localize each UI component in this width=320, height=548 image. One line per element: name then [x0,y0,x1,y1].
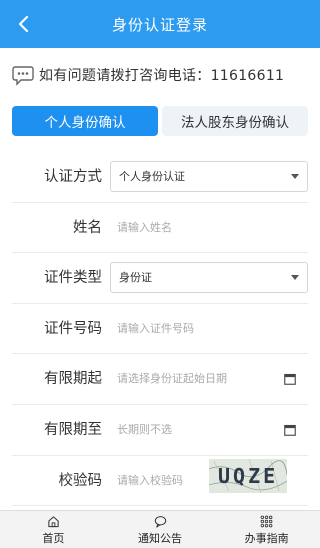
row-auth-method: 认证方式 个人身份认证 [12,152,308,203]
nav-home-label: 首页 [42,532,65,545]
home-icon [48,516,59,528]
captcha-label: 校验码 [58,472,103,489]
nav-guide-label: 办事指南 [244,532,289,545]
hotline-text: 如有问题请拨打咨询电话：11616611 [39,68,285,84]
back-arrow-icon[interactable] [14,14,34,34]
valid-from-input[interactable]: 请选择身份证起始日期 [117,354,227,404]
row-id-number: 证件号码 请输入证件号码 [12,304,308,355]
nav-home[interactable]: 首页 [0,511,107,548]
caret-down-icon [291,174,299,179]
row-captcha: 校验码 请输入校验码 UQZE [12,456,308,507]
row-valid-to: 有限期至 长期则不选 [12,405,308,456]
auth-method-value: 个人身份认证 [119,170,185,183]
tab-personal[interactable]: 个人身份确认 [12,106,158,136]
id-type-select[interactable]: 身份证 [110,262,308,294]
message-icon [154,516,166,528]
valid-from-label: 有限期起 [44,371,102,388]
hotline-notice: 如有问题请拨打咨询电话：11616611 [12,60,284,90]
nav-notices-label: 通知公告 [138,532,182,545]
valid-to-label: 有限期至 [44,421,102,438]
name-label: 姓名 [73,219,102,236]
identity-tabs: 个人身份确认 法人股东身份确认 [12,106,308,136]
captcha-code: UQZE [218,464,278,488]
captcha-image[interactable]: UQZE [209,458,287,493]
row-name: 姓名 请输入姓名 [12,203,308,254]
chat-bubble-icon [12,66,34,86]
id-number-input[interactable]: 请输入证件号码 [117,304,194,354]
title-bar: 身份认证登录 [0,0,320,48]
login-form: 认证方式 个人身份认证 姓名 请输入姓名 证件类型 身份证 证件号码 请输入证件… [0,152,320,507]
calendar-icon[interactable] [284,373,296,386]
auth-method-select[interactable]: 个人身份认证 [110,161,308,192]
valid-to-input[interactable]: 长期则不选 [117,405,172,455]
id-number-label: 证件号码 [44,320,102,337]
captcha-noise: UQZE [209,458,287,493]
auth-method-label: 认证方式 [44,169,102,185]
nav-notices[interactable]: 通知公告 [107,511,214,548]
row-id-type: 证件类型 身份证 [12,253,308,304]
calendar-icon[interactable] [284,424,296,436]
caret-down-icon [291,275,299,281]
grid-icon [260,515,273,528]
bottom-navigation: 首页 通知公告 办事指南 [0,510,320,548]
id-type-value: 身份证 [119,271,152,285]
captcha-input[interactable]: 请输入校验码 [117,456,183,506]
id-type-label: 证件类型 [44,270,102,287]
row-valid-from: 有限期起 请选择身份证起始日期 [12,354,308,405]
nav-guide[interactable]: 办事指南 [213,511,320,548]
page-title: 身份认证登录 [111,15,208,34]
tab-corporate[interactable]: 法人股东身份确认 [162,106,308,136]
name-input[interactable]: 请输入姓名 [117,203,172,253]
